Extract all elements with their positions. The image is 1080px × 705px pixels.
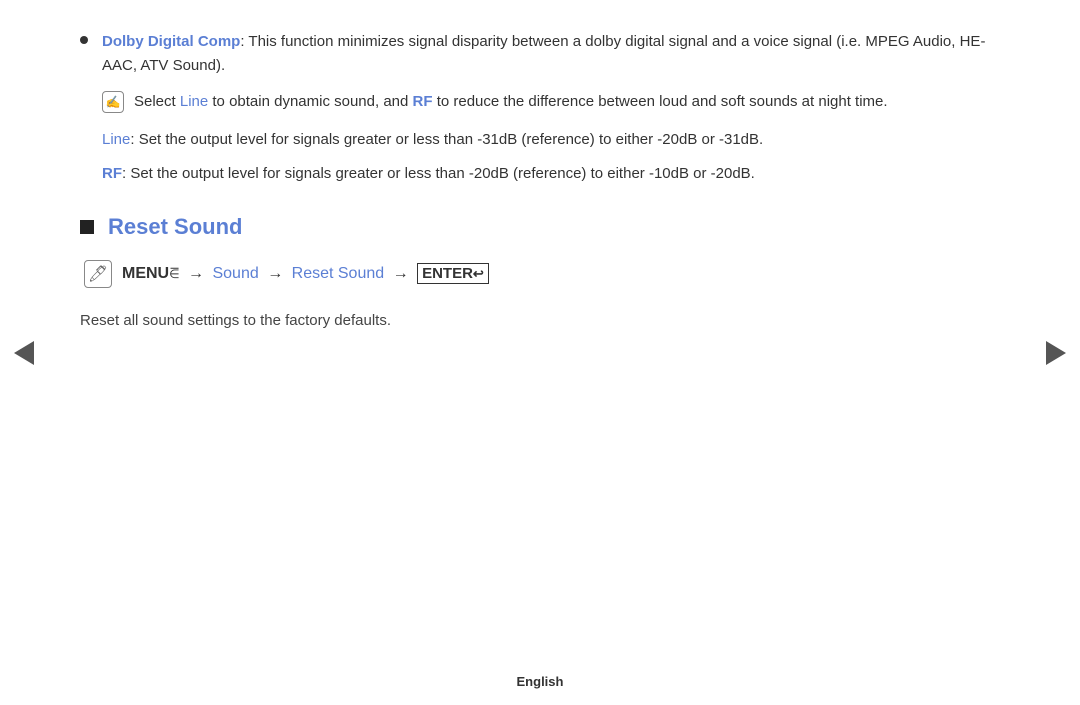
- sub-text-line: Line: Set the output level for signals g…: [102, 128, 1000, 152]
- reset-sound-section-header: Reset Sound: [80, 214, 1000, 240]
- menu-grid-icon: ⋶: [169, 267, 179, 281]
- page-container: Dolby Digital Comp: This function minimi…: [0, 0, 1080, 705]
- arrow3: →: [393, 265, 409, 282]
- path1-label: Sound: [212, 265, 258, 282]
- enter-label: ENTER↩: [417, 263, 489, 284]
- bullet-dot: [80, 36, 88, 44]
- rf-desc: : Set the output level for signals great…: [122, 165, 755, 182]
- note-text: Select Line to obtain dynamic sound, and…: [134, 90, 1000, 114]
- note-prefix: Select: [134, 93, 180, 110]
- note-link2: RF: [413, 93, 433, 110]
- arrow2: →: [267, 265, 283, 282]
- menu-icon: 🖊: [84, 260, 112, 288]
- hand-icon: 🖊: [88, 264, 108, 284]
- line-link: Line: [102, 131, 130, 148]
- bullet-item-dolby: Dolby Digital Comp: This function minimi…: [80, 30, 1000, 78]
- menu-label: MENU: [122, 265, 169, 282]
- content-area: Dolby Digital Comp: This function minimi…: [0, 0, 1080, 662]
- footer-language: English: [517, 674, 564, 689]
- note-symbol: ✍: [106, 95, 121, 109]
- black-square-icon: [80, 220, 94, 234]
- note-suffix: to reduce the difference between loud an…: [433, 93, 888, 110]
- dolby-link: Dolby Digital Comp: [102, 33, 240, 50]
- enter-return-symbol: ↩: [473, 266, 484, 281]
- reset-sound-description: Reset all sound settings to the factory …: [80, 308, 1000, 334]
- line-desc: : Set the output level for signals great…: [130, 131, 763, 148]
- menu-path-block: 🖊 MENU⋶ → Sound → Reset Sound → ENTER↩: [84, 260, 1000, 288]
- note-link1: Line: [180, 93, 208, 110]
- bullet-text-dolby: Dolby Digital Comp: This function minimi…: [102, 30, 1000, 78]
- path2-label: Reset Sound: [292, 265, 385, 282]
- note-icon: ✍: [102, 91, 124, 113]
- rf-link: RF: [102, 165, 122, 182]
- footer: English: [0, 662, 1080, 705]
- note-block: ✍ Select Line to obtain dynamic sound, a…: [102, 90, 1000, 114]
- menu-path-text: MENU⋶ → Sound → Reset Sound → ENTER↩: [122, 262, 489, 286]
- arrow1: →: [188, 265, 204, 282]
- section-title: Reset Sound: [108, 214, 242, 240]
- note-middle: to obtain dynamic sound, and: [208, 93, 412, 110]
- sub-text-rf: RF: Set the output level for signals gre…: [102, 162, 1000, 186]
- bullet-section: Dolby Digital Comp: This function minimi…: [80, 30, 1000, 186]
